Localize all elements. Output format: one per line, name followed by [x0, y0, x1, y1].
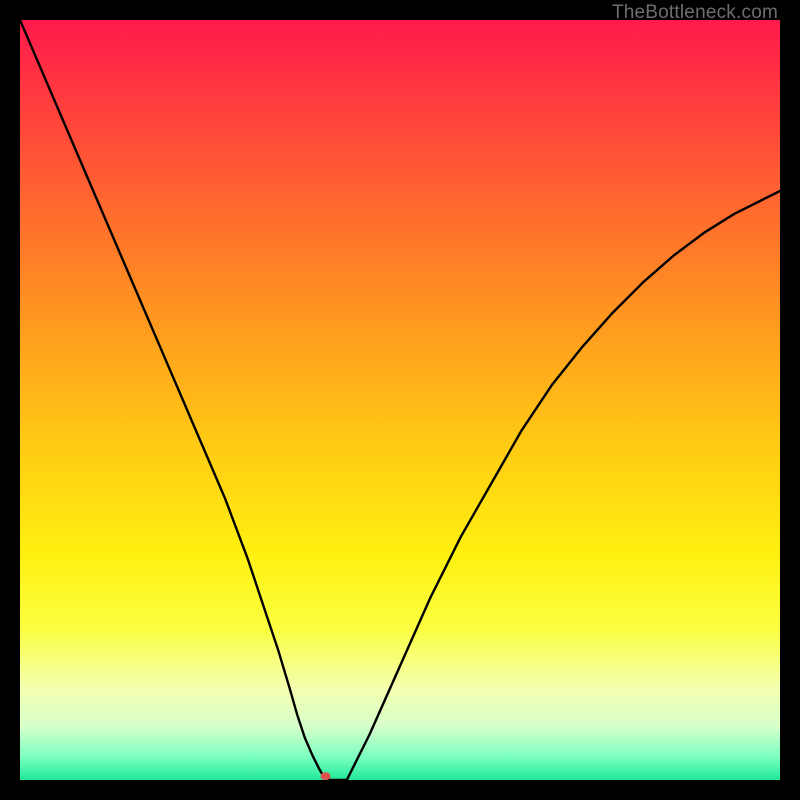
bottleneck-chart — [20, 20, 780, 780]
optimum-marker — [321, 772, 331, 780]
watermark-text: TheBottleneck.com — [612, 2, 778, 24]
chart-frame — [20, 20, 780, 780]
